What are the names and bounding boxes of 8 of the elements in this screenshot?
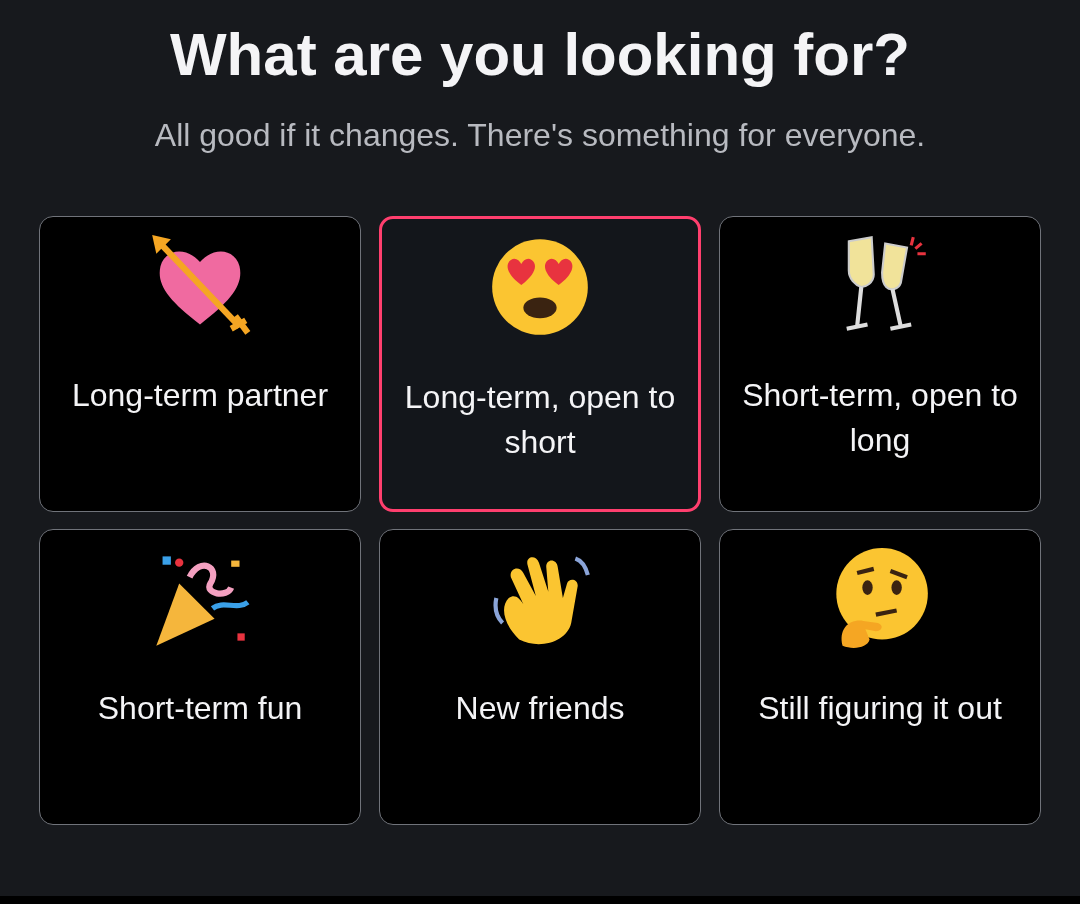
option-card[interactable]: Long-term partner [39,216,361,512]
option-card[interactable]: Long-term, open to short [379,216,701,512]
option-card[interactable]: Still figuring it out [719,529,1041,825]
option-card[interactable]: Short-term, open to long [719,216,1041,512]
option-card[interactable]: New friends [379,529,701,825]
option-card[interactable]: Short-term fun [39,529,361,825]
page-title: What are you looking for? [170,20,910,89]
subtitle: All good if it changes. There's something for everyone. [154,117,926,154]
